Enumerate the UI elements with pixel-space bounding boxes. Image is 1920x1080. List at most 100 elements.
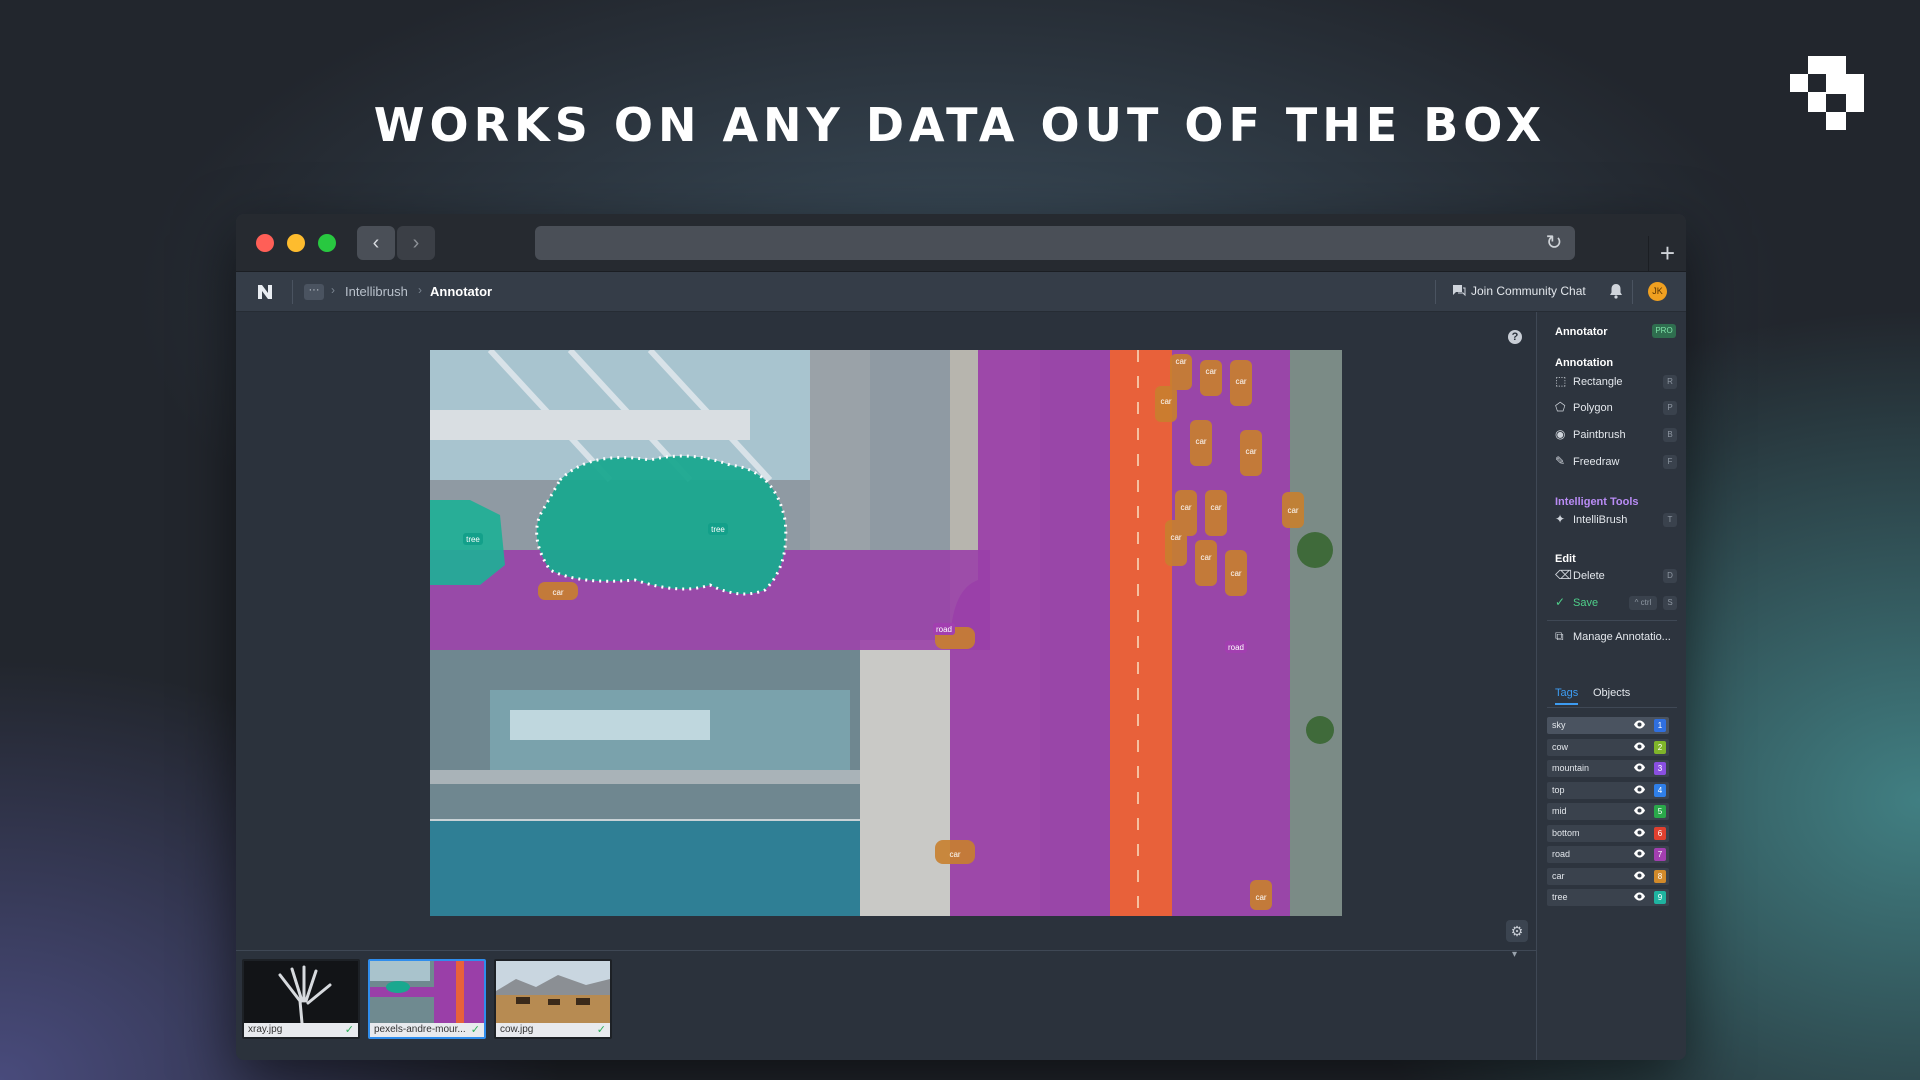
delete-tool[interactable]: ⌫ Delete D (1555, 566, 1677, 586)
tool-label: Save (1573, 597, 1599, 609)
bell-icon[interactable] (1607, 282, 1625, 300)
eye-icon[interactable] (1633, 847, 1646, 860)
tag-row-mountain[interactable]: mountain 3 (1547, 760, 1669, 777)
headline: WORKS ON ANY DATA OUT OF THE BOX (373, 98, 1547, 152)
canvas-label-car: car (1180, 503, 1191, 512)
rectangle-icon: ⬚ (1555, 374, 1567, 388)
tag-row-car[interactable]: car 8 (1547, 867, 1669, 885)
thumbnail-caption: xray.jpg (248, 1024, 283, 1035)
aerial-street-image[interactable]: tree tree car road road car car car car … (430, 350, 1342, 916)
tool-label: Freedraw (1573, 456, 1620, 468)
thumbnail-caption: pexels-andre-mour... (374, 1024, 466, 1035)
filmstrip: ▾ xray.jpg ✓ pexels-andre-mour... ✓ cow.… (236, 949, 1536, 1060)
sidebar-title: Annotator (1555, 326, 1608, 338)
chat-icon (1453, 285, 1466, 297)
collapse-chevron-icon[interactable]: ▾ (1512, 949, 1517, 960)
maximize-window-button[interactable] (318, 234, 336, 252)
annotator-sidebar: Annotator PRO Annotation ⬚ Rectangle R ⬠… (1536, 312, 1686, 1060)
paintbrush-tool[interactable]: ◉ Paintbrush B (1555, 425, 1677, 445)
shortcut-key: T (1663, 513, 1677, 527)
shortcut-key: B (1663, 428, 1677, 442)
settings-gear-icon[interactable]: ⚙ (1506, 920, 1528, 942)
xray-thumbnail-image (244, 961, 358, 1025)
forward-button[interactable]: › (397, 226, 435, 260)
tab-objects[interactable]: Objects (1593, 687, 1630, 699)
chevron-right-icon: › (412, 232, 420, 254)
breadcrumb-current: Annotator (430, 284, 493, 299)
eye-icon[interactable] (1633, 783, 1646, 796)
rectangle-tool[interactable]: ⬚ Rectangle R (1555, 372, 1677, 392)
tag-shortcut-number: 1 (1654, 719, 1666, 732)
tag-name: road (1552, 849, 1571, 859)
tag-row-bottom[interactable]: bottom 6 (1547, 824, 1669, 842)
canvas-label-car: car (1200, 553, 1211, 562)
check-icon: ✓ (470, 1024, 480, 1036)
canvas-label-car: car (1245, 447, 1256, 456)
tool-label: Rectangle (1573, 376, 1623, 388)
divider (1547, 620, 1677, 621)
annotation-canvas[interactable]: ? tree tree car road road car car car ca… (236, 312, 1536, 950)
join-community-chat-link[interactable]: Join Community Chat (1471, 284, 1586, 298)
tab-tags[interactable]: Tags (1555, 687, 1578, 699)
address-bar[interactable]: ↻ (535, 226, 1575, 260)
back-button[interactable]: ‹ (357, 226, 395, 260)
tag-name: cow (1552, 741, 1569, 752)
app-logo-icon[interactable] (256, 283, 274, 301)
shortcut-key: R (1663, 375, 1677, 389)
thumbnail-xray[interactable]: xray.jpg ✓ (242, 959, 360, 1039)
app-header: ··· › Intellibrush › Annotator Join Comm… (236, 272, 1686, 312)
tag-row-road[interactable]: road 7 (1547, 846, 1669, 863)
thumbnail-pexels[interactable]: pexels-andre-mour... ✓ (368, 959, 486, 1039)
eye-icon[interactable] (1633, 740, 1646, 753)
help-icon[interactable]: ? (1508, 330, 1522, 344)
canvas-label-tree: tree (466, 535, 480, 544)
eye-icon[interactable] (1633, 890, 1646, 903)
tag-row-mid[interactable]: mid 5 (1547, 803, 1669, 820)
eye-icon[interactable] (1633, 826, 1646, 839)
polygon-tool[interactable]: ⬠ Polygon P (1555, 398, 1677, 418)
canvas-label-car: car (1195, 437, 1206, 446)
edit-section-header: Edit (1555, 553, 1576, 565)
cow-thumbnail-image (496, 961, 610, 1023)
minimize-window-button[interactable] (287, 234, 305, 252)
canvas-label-car: car (1160, 397, 1171, 406)
breadcrumb-chevron-icon: › (331, 283, 335, 297)
intellibrush-tool[interactable]: ✦ IntelliBrush T (1555, 510, 1677, 530)
eye-icon[interactable] (1633, 718, 1646, 731)
browser-window: ‹ › ↻ + ··· › Intellibrush › Annotator J… (236, 214, 1686, 1060)
chevron-left-icon: ‹ (372, 232, 380, 254)
plus-icon: + (1659, 238, 1676, 268)
tag-shortcut-number: 2 (1654, 740, 1666, 754)
freedraw-tool[interactable]: ✎ Freedraw F (1555, 452, 1677, 472)
eye-icon[interactable] (1633, 761, 1646, 774)
new-tab-button[interactable]: + (1648, 236, 1686, 272)
tag-name: mountain (1552, 763, 1590, 773)
save-button[interactable]: ✓ Save ^ ctrl S (1555, 593, 1677, 613)
active-tab-indicator (1555, 703, 1578, 705)
canvas-label-car: car (1210, 503, 1221, 512)
eye-icon[interactable] (1633, 804, 1646, 817)
close-window-button[interactable] (256, 234, 274, 252)
tag-shortcut-number: 4 (1654, 783, 1666, 797)
tag-row-cow[interactable]: cow 2 (1547, 738, 1669, 756)
canvas-label-car: car (1205, 367, 1216, 376)
avatar[interactable]: JK (1648, 282, 1667, 301)
brand-logo-icon (1790, 56, 1864, 130)
breadcrumb-more-button[interactable]: ··· (304, 284, 324, 300)
thumbnail-cow[interactable]: cow.jpg ✓ (494, 959, 612, 1039)
tag-row-tree[interactable]: tree 9 (1547, 889, 1669, 906)
pro-badge: PRO (1652, 324, 1676, 338)
manage-annotations-button[interactable]: ⧉ Manage Annotatio... (1555, 627, 1677, 647)
canvas-label-tree: tree (711, 525, 725, 534)
tag-row-top[interactable]: top 4 (1547, 781, 1669, 799)
canvas-label-road: road (1228, 643, 1244, 652)
eye-icon[interactable] (1633, 869, 1646, 882)
canvas-label-car: car (1287, 506, 1298, 515)
reload-icon[interactable]: ↻ (1543, 232, 1565, 254)
tag-shortcut-number: 6 (1654, 826, 1666, 840)
tag-shortcut-number: 5 (1654, 805, 1666, 818)
breadcrumb-parent[interactable]: Intellibrush (345, 284, 408, 299)
shortcut-key: F (1663, 455, 1677, 469)
tag-row-sky[interactable]: sky 1 (1547, 717, 1669, 734)
tag-shortcut-number: 9 (1654, 891, 1666, 904)
